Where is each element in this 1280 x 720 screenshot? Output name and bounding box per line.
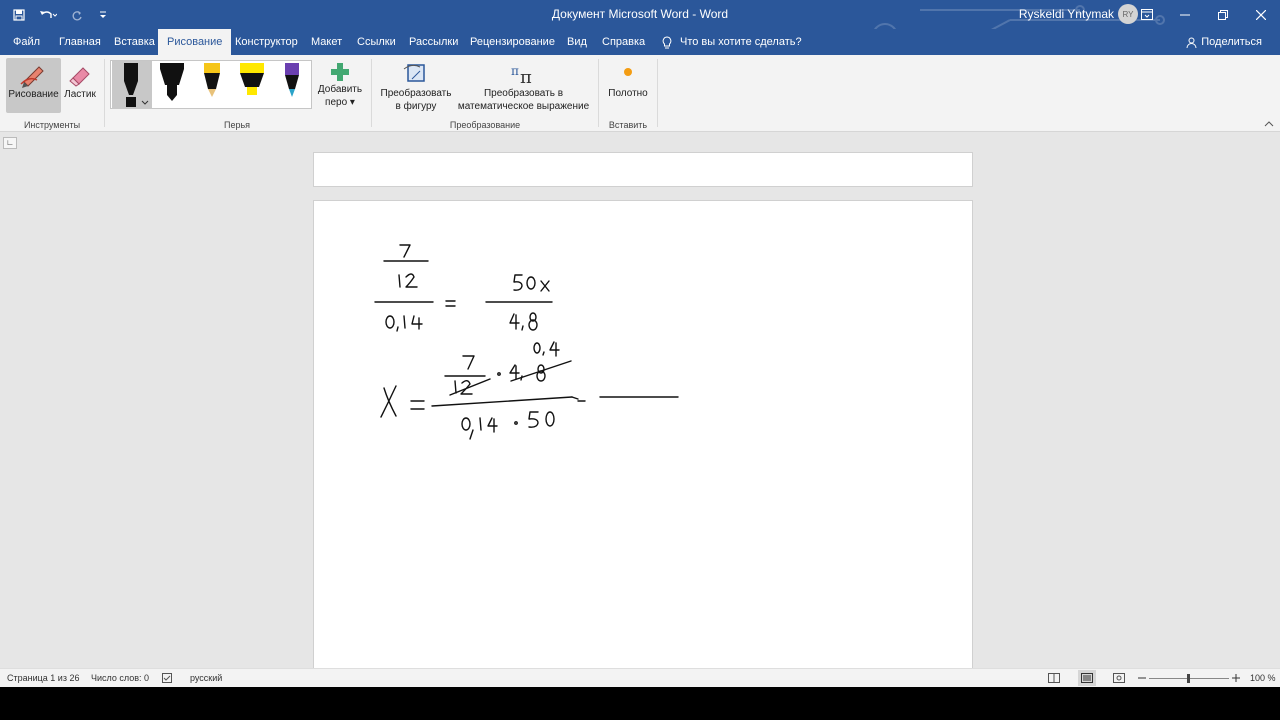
tab-view[interactable]: Вид [558,29,596,55]
tab-home[interactable]: Главная [50,29,110,55]
group-divider [104,59,105,127]
insert-group-label: Вставить [608,120,648,130]
pens-group-label: Перья [223,120,251,130]
add-pen-button[interactable]: Добавить перо ▾ [314,61,366,117]
ink-to-shape-button[interactable]: Преобразовать в фигуру [376,61,456,117]
read-mode-icon [1048,673,1060,683]
word-count[interactable]: Число слов: 0 [91,673,149,683]
pi-icon: π π [511,64,532,87]
zoom-slider-thumb[interactable] [1187,674,1190,683]
pencil-yellow-icon [204,63,220,97]
ribbon-display-icon [1141,9,1153,20]
tab-mailings[interactable]: Рассылки [400,29,467,55]
tell-me-label: Что вы хотите сделать? [680,36,802,48]
drawing-canvas-button[interactable]: Полотно [604,61,652,117]
pen-galaxy[interactable] [272,61,312,109]
screen-bottom-bar [0,687,1280,720]
close-icon [1256,9,1266,20]
share-person-icon [1186,37,1197,48]
restore-button[interactable] [1204,0,1242,29]
ink-to-shape-label-2: в фигуру [395,101,437,112]
language[interactable]: русский [190,673,222,683]
pen-black-icon [124,63,149,107]
minimize-button[interactable] [1166,0,1204,29]
status-bar: Страница 1 из 26 Число слов: 0 русский 1… [0,668,1280,687]
pen-galaxy-icon [285,63,299,97]
tab-references[interactable]: Ссылки [348,29,405,55]
highlighter-yellow[interactable] [232,61,272,109]
lightbulb-icon [662,35,672,48]
minimize-icon [1180,14,1190,15]
user-name[interactable]: Ryskeldi Yntymak [1019,7,1114,21]
read-mode-button[interactable] [1048,673,1060,685]
zoom-level[interactable]: 100 % [1250,673,1276,683]
print-layout-button[interactable] [1078,670,1096,686]
window-controls [1128,0,1280,29]
title-bar: Документ Microsoft Word - Word Ryskeldi … [0,0,1280,29]
group-divider [598,59,599,127]
share-button[interactable]: Поделиться [1186,29,1262,55]
ink-to-math-button[interactable]: π π Преобразовать в математическое выраж… [456,61,591,117]
plus-icon [331,63,349,81]
share-label: Поделиться [1201,36,1262,48]
tab-design[interactable]: Конструктор [226,29,307,55]
tell-me-search[interactable]: Что вы хотите сделать? [662,29,802,55]
draw-tool-label: Рисование [8,89,59,100]
tab-draw[interactable]: Рисование [158,29,232,55]
page-previous[interactable] [313,152,973,187]
web-layout-button[interactable] [1113,673,1125,685]
ribbon-display-button[interactable] [1128,0,1166,29]
eraser-icon [69,67,90,87]
page-count[interactable]: Страница 1 из 26 [7,673,79,683]
tools-group-label: Инструменты [23,120,81,130]
tab-help[interactable]: Справка [593,29,654,55]
tab-layout[interactable]: Макет [302,29,351,55]
ink-to-shape-label-1: Преобразовать [380,88,452,99]
ribbon-tabs: Файл Главная Вставка Рисование Конструкт… [0,29,1280,55]
pen-black-marker[interactable] [152,61,192,109]
zoom-in-icon [1232,674,1240,682]
zoom-slider[interactable] [1149,674,1229,683]
ink-to-math-label-1: Преобразовать в [483,88,564,99]
restore-icon [1218,9,1228,20]
tab-file[interactable]: Файл [4,29,49,55]
convert-group-label: Преобразование [449,120,521,130]
highlighter-yellow-icon [240,63,264,95]
shape-icon [403,64,425,82]
collapse-ribbon-icon [1264,121,1274,127]
print-layout-icon [1081,673,1093,683]
zoom-out-icon [1138,677,1146,679]
canvas-icon [624,68,632,76]
proofing-status[interactable] [162,673,174,685]
zoom-out-button[interactable] [1138,673,1146,685]
tab-selector-button[interactable]: ∟ [3,137,17,149]
pencil-yellow[interactable] [192,61,232,109]
pens-gallery [110,60,312,109]
group-divider [657,59,658,127]
page-current[interactable] [313,200,973,668]
draw-tool-button[interactable]: Рисование [6,58,61,113]
svg-text:π: π [520,67,532,87]
eraser-button[interactable]: Ластик [62,58,98,113]
drawing-canvas-label: Полотно [608,88,648,99]
pencil-icon [19,66,44,88]
add-pen-label-2: перо ▾ [325,97,355,108]
group-divider [371,59,372,127]
zoom-in-button[interactable] [1232,673,1240,685]
tab-insert[interactable]: Вставка [105,29,164,55]
eraser-label: Ластик [64,89,96,100]
svg-text:π: π [511,64,519,78]
tab-review[interactable]: Рецензирование [461,29,564,55]
ribbon-panel: Рисование Ластик Инструменты Добавить пе… [0,55,1280,132]
add-pen-label-1: Добавить [317,84,363,95]
web-layout-icon [1113,673,1125,683]
marker-black-icon [160,63,184,101]
handwritten-ink-drawing[interactable] [314,201,974,668]
collapse-ribbon-button[interactable] [1264,119,1274,131]
ink-to-math-label-2: математическое выражение [457,101,590,112]
close-button[interactable] [1242,0,1280,29]
document-area: ∟ [0,132,1280,668]
pen-black-selected[interactable] [112,61,152,109]
proofing-icon [162,673,172,683]
